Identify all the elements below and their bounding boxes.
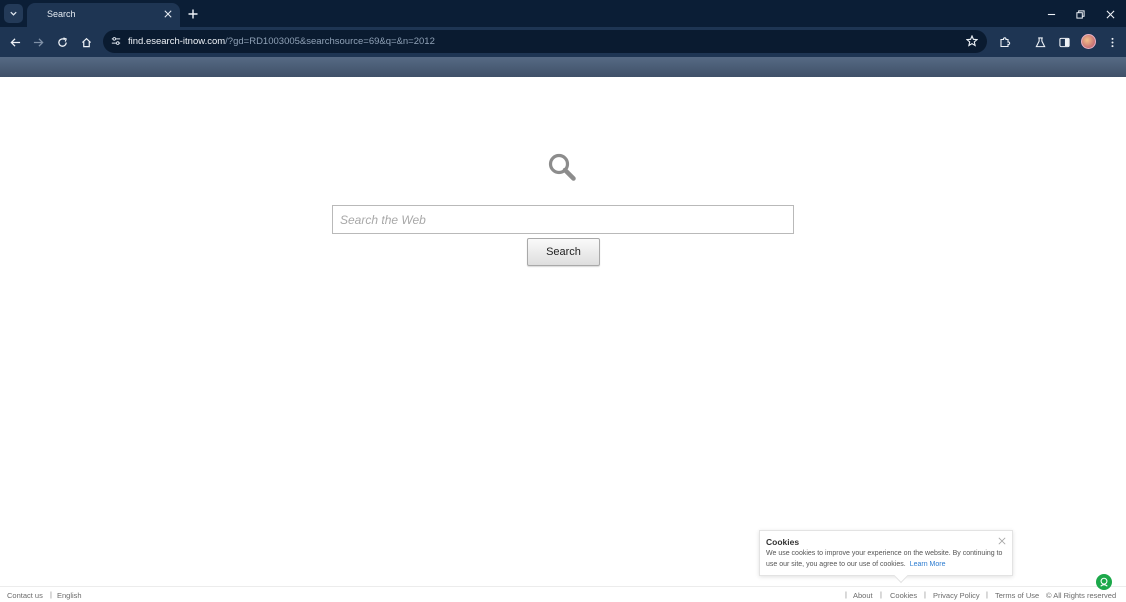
tune-icon — [111, 37, 121, 45]
close-icon — [998, 537, 1005, 544]
cookie-close-button[interactable] — [997, 536, 1006, 545]
bookmark-button[interactable] — [965, 34, 979, 48]
tab-title: Search — [47, 9, 76, 19]
footer-contact-link[interactable]: Contact us — [7, 591, 43, 600]
footer-separator: | — [986, 590, 988, 599]
restore-icon — [1075, 9, 1085, 19]
search-icon — [548, 153, 576, 181]
tab-search-button[interactable] — [4, 4, 23, 23]
close-icon — [163, 9, 172, 18]
footer-cookies-link[interactable]: Cookies — [890, 591, 917, 600]
cookie-pointer — [893, 568, 909, 584]
back-button[interactable] — [7, 34, 23, 50]
url-path: /?gd=RD1003005&searchsource=69&q=&n=2012 — [225, 36, 435, 47]
puzzle-icon — [1000, 37, 1011, 48]
side-panel-button[interactable] — [1056, 34, 1072, 50]
cookie-notice: Cookies We use cookies to improve your e… — [759, 530, 1013, 584]
cookie-text: We use cookies to improve your experienc… — [766, 549, 1008, 570]
browser-menu-button[interactable] — [1104, 34, 1120, 50]
minimize-icon — [1047, 13, 1055, 15]
forward-button[interactable] — [30, 34, 46, 50]
browser-toolbar: find.esearch-itnow.com/?gd=RD1003005&sea… — [0, 27, 1126, 57]
chat-icon — [1100, 577, 1108, 587]
cookie-title: Cookies — [766, 537, 800, 547]
home-icon — [81, 37, 91, 47]
new-tab-button[interactable] — [185, 6, 201, 22]
close-window-button[interactable] — [1102, 6, 1118, 22]
footer-separator: | — [845, 590, 847, 599]
cookie-message: We use cookies to improve your experienc… — [766, 550, 1003, 568]
address-bar[interactable]: find.esearch-itnow.com/?gd=RD1003005&sea… — [103, 30, 987, 53]
url-text: find.esearch-itnow.com/?gd=RD1003005&sea… — [128, 36, 435, 47]
tab-close-button[interactable] — [161, 7, 174, 20]
footer-privacy-link[interactable]: Privacy Policy — [933, 591, 980, 600]
footer-separator: | — [924, 590, 926, 599]
extensions-button[interactable] — [997, 34, 1013, 50]
restore-button[interactable] — [1072, 6, 1088, 22]
search-input[interactable] — [332, 205, 794, 234]
chevron-down-icon — [10, 11, 17, 16]
active-tab[interactable]: Search — [27, 3, 180, 27]
help-widget-button[interactable] — [1096, 574, 1112, 590]
search-button[interactable]: Search — [527, 238, 600, 266]
reload-icon — [57, 36, 67, 47]
footer-separator: | — [880, 590, 882, 599]
plus-icon — [188, 9, 198, 19]
arrow-left-icon — [9, 37, 20, 47]
arrow-right-icon — [33, 37, 44, 47]
footer-copyright: © All Rights reserved — [1046, 591, 1117, 600]
learn-more-link[interactable]: Learn More — [910, 561, 946, 568]
footer-language-link[interactable]: English — [57, 591, 82, 600]
close-icon — [1106, 10, 1114, 18]
profile-avatar[interactable] — [1081, 34, 1096, 49]
star-icon — [966, 35, 978, 47]
minimize-button[interactable] — [1043, 6, 1059, 22]
side-panel-icon — [1058, 37, 1070, 47]
more-vert-icon — [1110, 37, 1114, 47]
footer-separator: | — [50, 590, 52, 599]
url-host: find.esearch-itnow.com — [128, 36, 226, 47]
labs-button[interactable] — [1032, 34, 1048, 50]
home-button[interactable] — [78, 34, 94, 50]
page-footer: Contact us | English | About | Cookies |… — [0, 586, 1126, 602]
flask-icon — [1034, 36, 1046, 47]
tab-strip: Search — [0, 0, 1126, 27]
footer-terms-link[interactable]: Terms of Use — [995, 591, 1039, 600]
reload-button[interactable] — [54, 34, 70, 50]
footer-about-link[interactable]: About — [853, 591, 873, 600]
site-info-button[interactable] — [109, 34, 123, 48]
page-header-bar — [0, 57, 1126, 77]
